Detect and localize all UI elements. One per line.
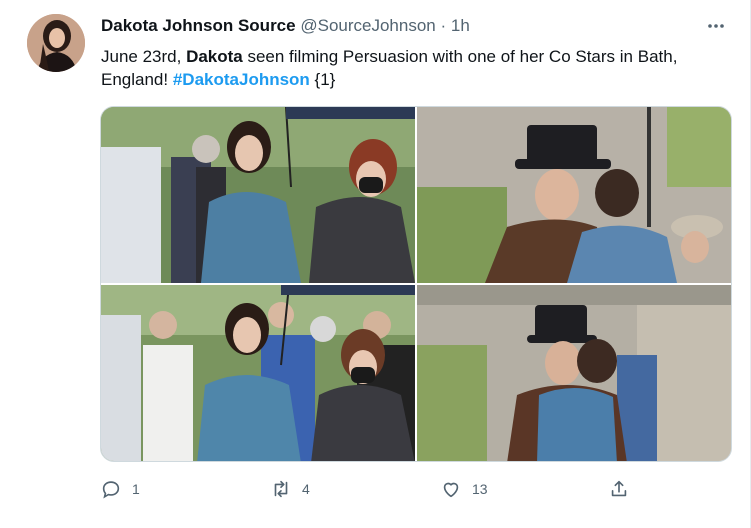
text-part-3: {1} [309, 70, 336, 89]
avatar[interactable] [27, 14, 85, 72]
reply-icon [102, 481, 120, 499]
tweet-card[interactable]: Dakota Johnson Source @SourceJohnson · 1… [0, 0, 751, 528]
photo-4[interactable] [417, 285, 731, 461]
author-handle[interactable]: @SourceJohnson [300, 16, 435, 35]
retweet-icon [274, 480, 288, 498]
share-icon [611, 480, 627, 497]
tweet-header: Dakota Johnson Source @SourceJohnson · 1… [101, 15, 730, 37]
like-button[interactable]: 13 [440, 478, 488, 500]
retweet-count: 4 [302, 481, 310, 497]
photo-1[interactable] [101, 107, 415, 283]
hashtag-link[interactable]: #DakotaJohnson [173, 70, 310, 89]
like-count: 13 [472, 481, 488, 497]
text-bold: Dakota [186, 47, 243, 66]
text-part-1: June 23rd, [101, 47, 187, 66]
media-grid [100, 106, 732, 462]
action-bar: 1 4 13 [100, 478, 732, 506]
like-icon [443, 482, 459, 498]
tweet-text: June 23rd, Dakota seen filming Persuasio… [101, 45, 731, 91]
reply-count: 1 [132, 481, 140, 497]
author-name[interactable]: Dakota Johnson Source [101, 16, 296, 35]
retweet-button[interactable]: 4 [270, 478, 310, 500]
photo-3[interactable] [101, 285, 415, 461]
more-icon[interactable] [706, 16, 726, 36]
photo-2[interactable] [417, 107, 731, 283]
timestamp[interactable]: 1h [451, 16, 470, 35]
share-button[interactable] [608, 478, 630, 500]
reply-button[interactable]: 1 [100, 478, 140, 500]
separator: · [440, 16, 447, 35]
